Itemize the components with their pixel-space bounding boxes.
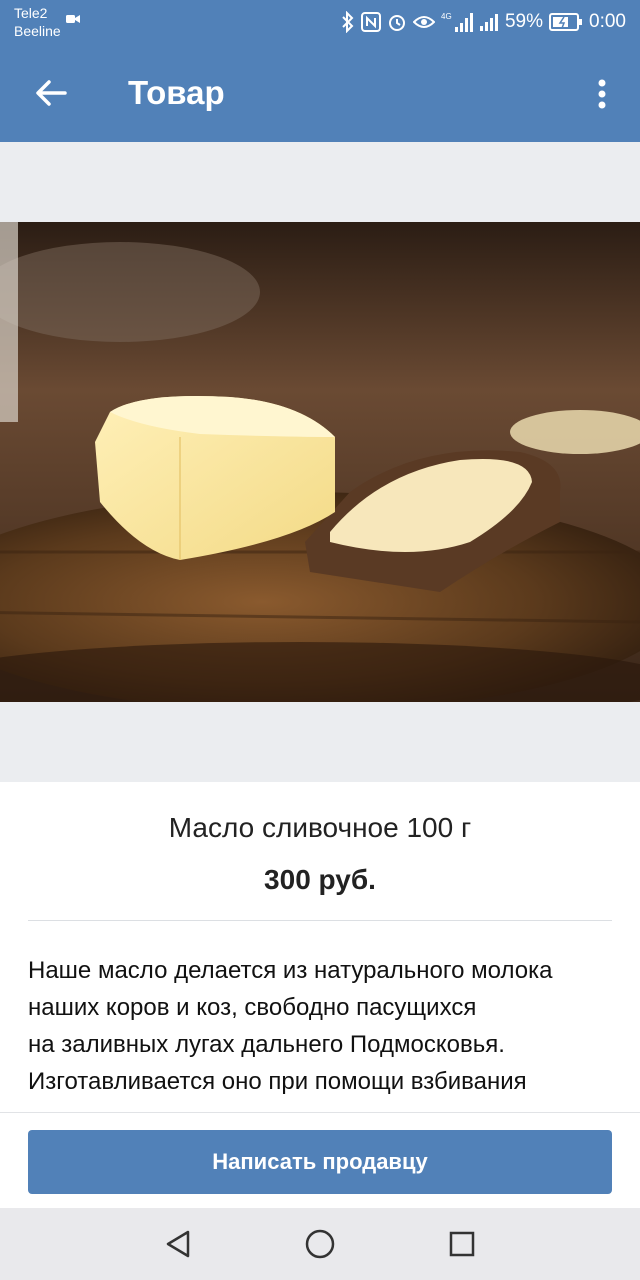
product-photo[interactable] xyxy=(0,222,640,702)
bluetooth-icon xyxy=(342,11,354,33)
product-name: Масло сливочное 100 г xyxy=(168,812,472,843)
square-recents-icon xyxy=(449,1231,475,1257)
nav-back-button[interactable] xyxy=(158,1226,198,1262)
description-line: Изготавливается оно при помощи взбивания xyxy=(28,1068,527,1095)
battery-charging-icon xyxy=(549,13,583,31)
top-bar: Tele2 Beeline 4G 59% 0:00 Товар xyxy=(0,0,640,142)
status-bar: Tele2 Beeline 4G 59% 0:00 xyxy=(0,0,640,44)
action-area: Написать продавцу xyxy=(0,1112,640,1208)
signal-icon xyxy=(479,14,498,31)
page-title: Товар xyxy=(128,74,225,111)
butter-on-board-image xyxy=(0,222,640,702)
system-nav-bar xyxy=(0,1208,640,1280)
alarm-icon xyxy=(388,15,405,31)
back-button[interactable] xyxy=(26,68,76,118)
product-info-card: Масло сливочное 100 г 300 руб. Наше масл… xyxy=(0,782,640,1112)
product-price: 300 руб. xyxy=(264,864,376,895)
more-vertical-icon xyxy=(598,79,606,109)
product-gallery xyxy=(0,142,640,782)
circle-home-icon xyxy=(305,1229,335,1259)
nfc-icon xyxy=(360,12,381,32)
carrier-2: Beeline xyxy=(14,23,61,39)
product-description: Наше масло делается из натурального моло… xyxy=(28,952,618,1100)
carrier-1: Tele2 xyxy=(14,5,48,21)
status-icons: 4G 59% 0:00 xyxy=(341,8,626,36)
description-line: наших коров и коз, свободно пасущихся xyxy=(28,994,477,1021)
write-seller-button[interactable]: Написать продавцу xyxy=(28,1130,612,1194)
nav-recents-button[interactable] xyxy=(442,1226,482,1262)
triangle-back-icon xyxy=(166,1230,190,1258)
nav-home-button[interactable] xyxy=(300,1226,340,1262)
eye-comfort-icon xyxy=(412,16,435,28)
signal-4g-icon: 4G xyxy=(441,12,473,32)
network-label: 4G xyxy=(441,12,452,21)
app-header: Товар xyxy=(0,44,640,142)
clock: 0:00 xyxy=(589,11,626,32)
divider xyxy=(28,920,612,921)
arrow-left-icon xyxy=(36,80,67,106)
battery-percent: 59% xyxy=(504,11,544,32)
description-line: на заливных лугах дальнего Подмосковья. xyxy=(28,1031,505,1058)
description-line: Наше масло делается из натурального моло… xyxy=(28,957,553,984)
more-menu-button[interactable] xyxy=(582,72,622,116)
video-call-icon xyxy=(66,15,80,23)
carrier-info: Tele2 Beeline xyxy=(14,4,61,40)
